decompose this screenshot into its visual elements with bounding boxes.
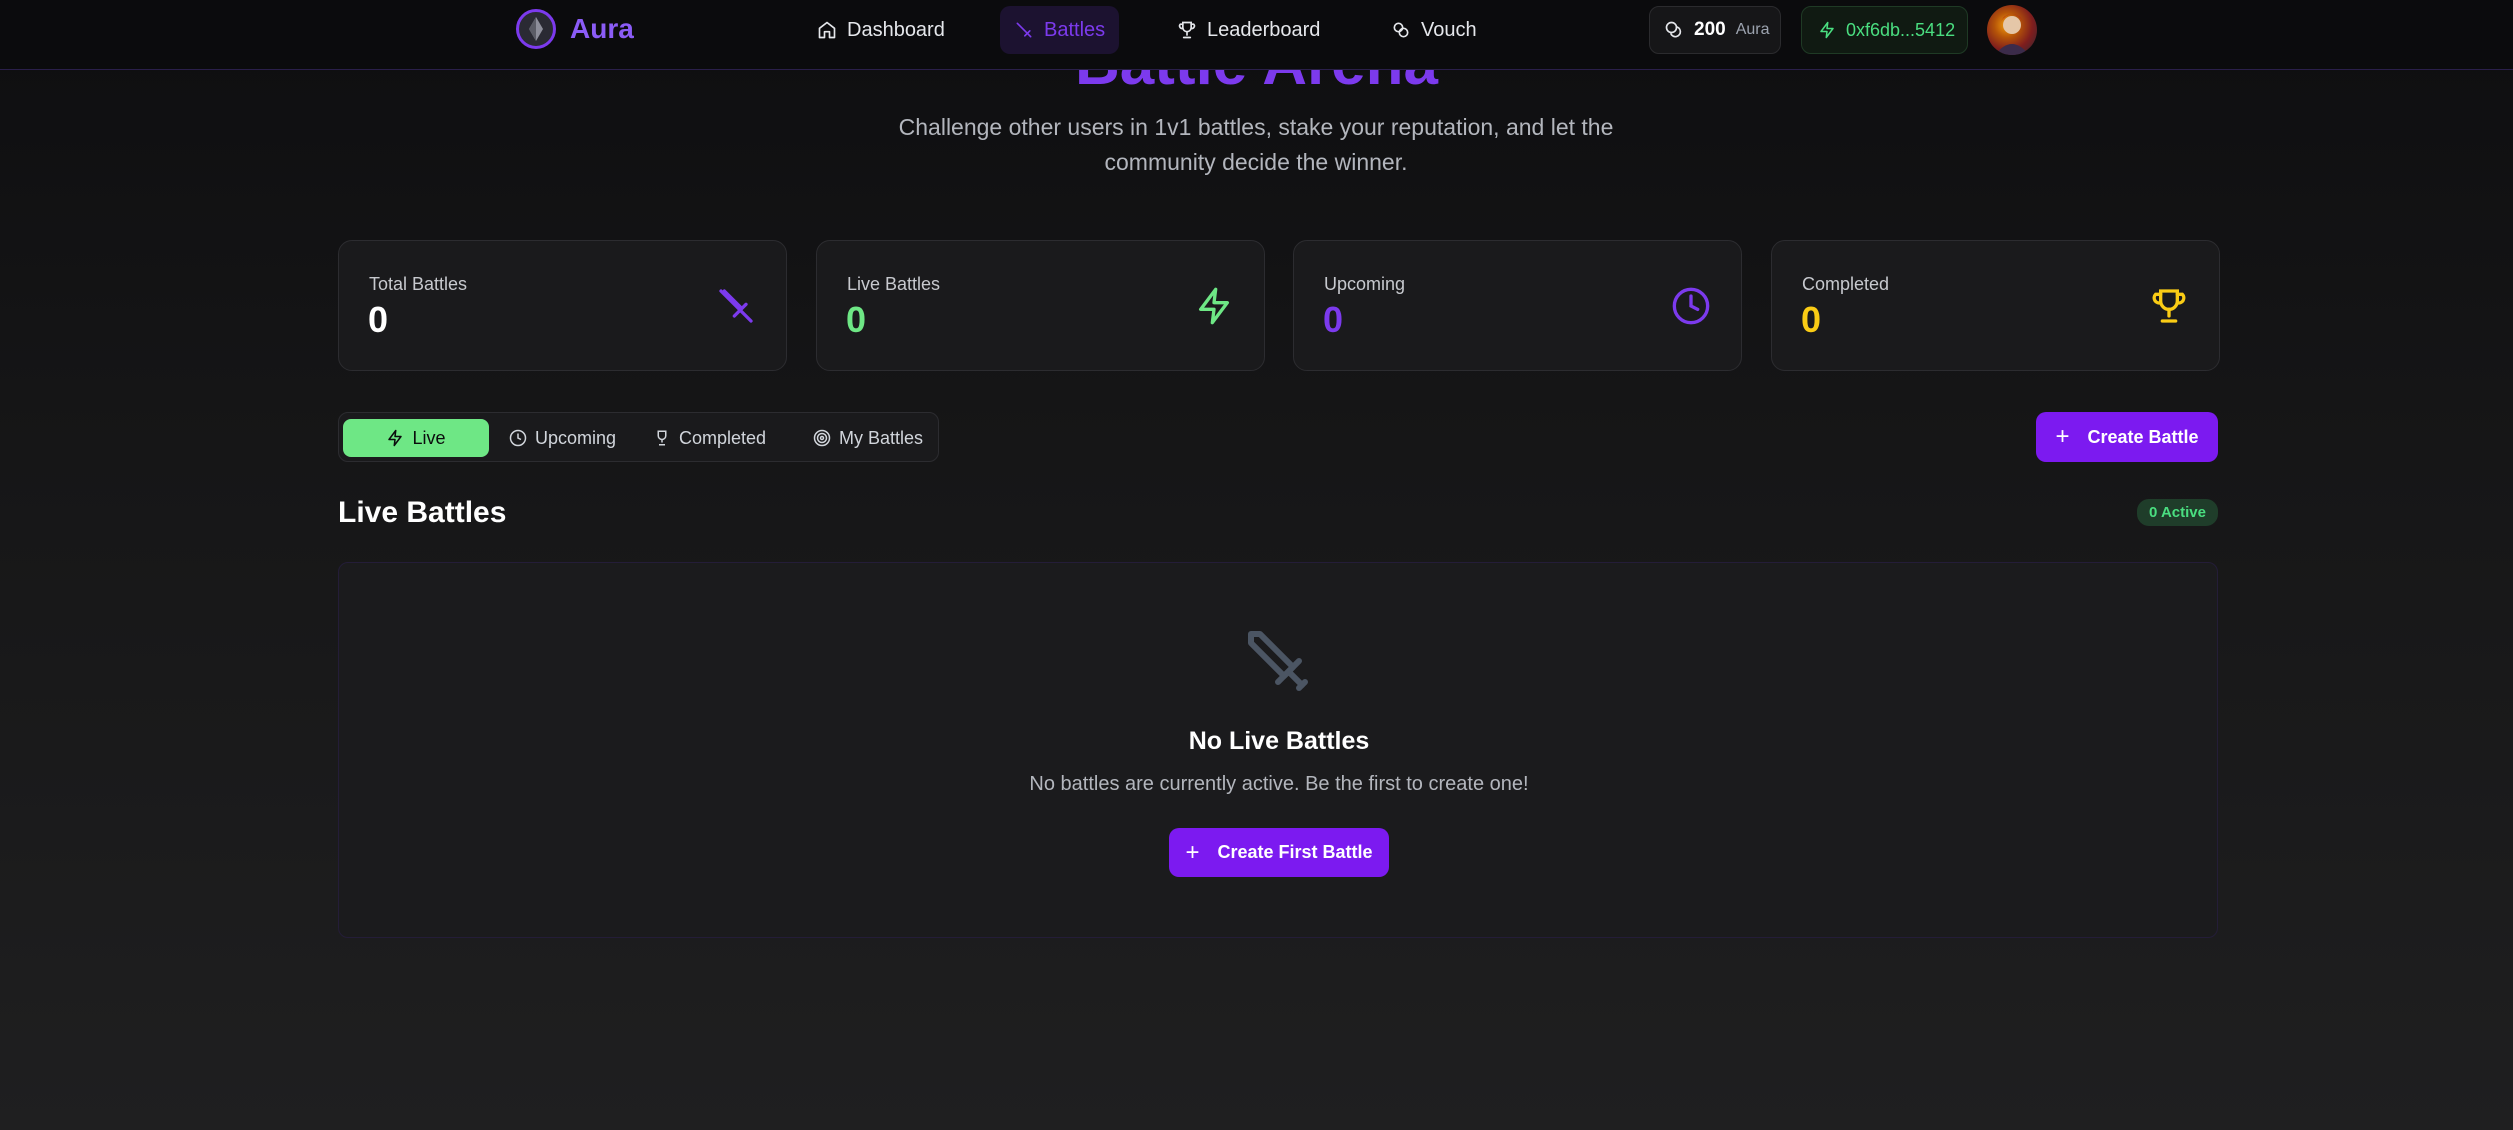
coins-icon bbox=[1665, 21, 1682, 38]
trophy-icon bbox=[657, 430, 667, 446]
aura-balance-unit: Aura bbox=[1735, 21, 1770, 38]
sword-icon bbox=[1248, 631, 1308, 691]
stat-label: Live Battles bbox=[847, 274, 941, 294]
tab-my-battles[interactable]: My Battles bbox=[801, 419, 935, 457]
nav-leaderboard-label: Leaderboard bbox=[1207, 18, 1321, 41]
lightning-icon bbox=[1199, 287, 1229, 325]
home-icon bbox=[818, 21, 836, 39]
nav-dashboard[interactable]: Dashboard bbox=[803, 6, 959, 54]
tab-completed[interactable]: Completed bbox=[641, 419, 778, 457]
stat-label: Total Battles bbox=[369, 274, 468, 294]
brand[interactable]: Aura bbox=[516, 9, 634, 49]
stat-value: 0 bbox=[368, 299, 389, 340]
nav-leaderboard[interactable]: Leaderboard bbox=[1163, 6, 1334, 54]
clock-icon bbox=[509, 429, 527, 447]
nav-vouch[interactable]: Vouch bbox=[1377, 6, 1491, 54]
empty-state-title: No Live Battles bbox=[1188, 727, 1370, 755]
aura-balance[interactable]: 200 Aura bbox=[1649, 6, 1781, 54]
nav-battles[interactable]: Battles bbox=[1000, 6, 1120, 54]
nav-dashboard-label: Dashboard bbox=[847, 18, 945, 41]
tab-live[interactable]: Live bbox=[343, 419, 489, 457]
wallet-address: 0xf6db...5412 bbox=[1846, 19, 1956, 40]
section-title: Live Battles bbox=[338, 496, 507, 529]
sword-icon bbox=[1016, 22, 1032, 38]
battle-tabs: Live Upcoming Completed My Battles bbox=[338, 412, 939, 462]
avatar[interactable] bbox=[1987, 5, 2037, 55]
nav-vouch-label: Vouch bbox=[1421, 18, 1477, 41]
aura-balance-value: 200 bbox=[1694, 19, 1726, 40]
status-badge: 0 Active bbox=[2137, 499, 2218, 526]
tab-upcoming[interactable]: Upcoming bbox=[497, 419, 628, 457]
trophy-icon bbox=[2152, 289, 2186, 323]
stat-label: Upcoming bbox=[1324, 274, 1406, 294]
plus-icon: + bbox=[2055, 423, 2070, 450]
empty-state-panel: No Live Battles No battles are currently… bbox=[338, 562, 2218, 938]
plus-icon: + bbox=[1185, 838, 1200, 866]
empty-state-description: No battles are currently active. Be the … bbox=[1029, 773, 1529, 795]
brand-name: Aura bbox=[570, 13, 634, 44]
stat-card-total-battles: Total Battles 0 bbox=[338, 240, 787, 371]
link-icon bbox=[1393, 22, 1409, 38]
lightning-icon bbox=[1820, 21, 1834, 39]
stat-card-completed: Completed 0 bbox=[1771, 240, 2220, 371]
tab-live-label: Live bbox=[412, 427, 446, 448]
target-icon bbox=[813, 429, 831, 447]
top-navbar: Aura Dashboard Battles Leaderboard Vouch… bbox=[0, 0, 2513, 70]
stat-card-live-battles: Live Battles 0 bbox=[816, 240, 1265, 371]
create-first-battle-button[interactable]: + Create First Battle bbox=[1169, 828, 1389, 877]
stat-value: 0 bbox=[846, 299, 867, 340]
tab-completed-label: Completed bbox=[679, 427, 767, 448]
tab-upcoming-label: Upcoming bbox=[535, 427, 617, 448]
tab-my-battles-label: My Battles bbox=[839, 427, 924, 448]
lightning-icon bbox=[388, 429, 403, 447]
wallet-button[interactable]: 0xf6db...5412 bbox=[1801, 6, 1968, 54]
trophy-icon bbox=[1178, 21, 1196, 39]
stat-card-upcoming: Upcoming 0 bbox=[1293, 240, 1742, 371]
stat-label: Completed bbox=[1802, 274, 1890, 294]
sword-icon bbox=[719, 289, 753, 323]
create-battle-label: Create Battle bbox=[2087, 426, 2199, 447]
brand-logo-icon bbox=[516, 9, 556, 49]
stat-value: 0 bbox=[1801, 299, 1822, 340]
clock-icon bbox=[1672, 287, 1710, 325]
nav-battles-label: Battles bbox=[1044, 18, 1106, 41]
create-first-battle-label: Create First Battle bbox=[1217, 842, 1373, 862]
create-battle-button[interactable]: + Create Battle bbox=[2036, 412, 2218, 462]
stat-value: 0 bbox=[1323, 299, 1344, 340]
page-subtitle: Challenge other users in 1v1 battles, st… bbox=[898, 114, 1614, 175]
